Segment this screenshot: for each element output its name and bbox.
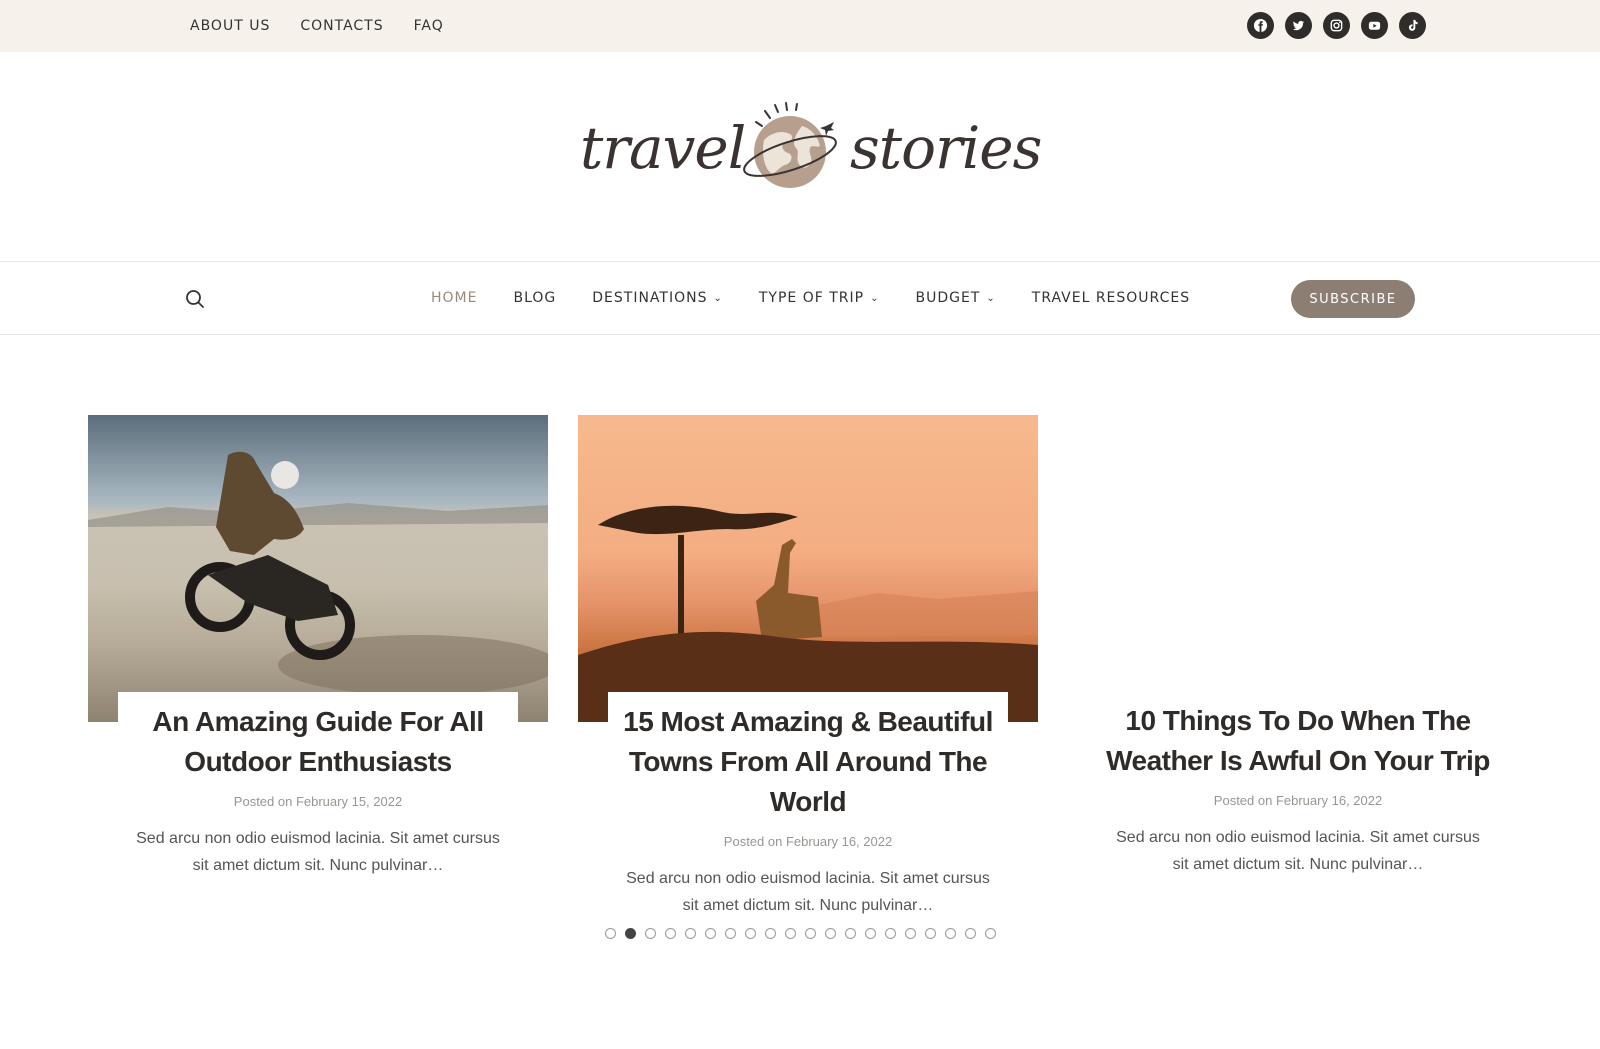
site-logo[interactable]: travel stories [560, 100, 1042, 210]
carousel-dot[interactable] [705, 928, 716, 939]
carousel-pagination [605, 928, 996, 939]
logo-word-travel: travel [580, 114, 746, 182]
carousel-dot[interactable] [925, 928, 936, 939]
about-us-link[interactable]: ABOUT US [190, 18, 270, 34]
nav-item-label: HOME [431, 290, 478, 306]
globe-icon [743, 102, 837, 188]
nav-item-label: BLOG [513, 290, 557, 306]
carousel-dot[interactable] [665, 928, 676, 939]
nav-item-home[interactable]: HOME [431, 290, 477, 306]
post-image-motorcycle[interactable] [88, 415, 548, 722]
post-date: Posted on February 16, 2022 [723, 834, 893, 849]
carousel-dot[interactable] [845, 928, 856, 939]
carousel-dot[interactable] [865, 928, 876, 939]
post-title[interactable]: 10 Things To Do When The Weather Is Awfu… [1098, 701, 1498, 781]
post-title-box: 10 Things To Do When The Weather Is Awfu… [1098, 701, 1498, 781]
chevron-down-icon: ⌄ [713, 292, 723, 304]
instagram-icon[interactable] [1323, 12, 1350, 39]
social-links [1247, 12, 1426, 39]
top-bar: ABOUT US CONTACTS FAQ [0, 0, 1600, 52]
post-excerpt: Sed arcu non odio euismod lacinia. Sit a… [136, 830, 500, 874]
faq-link[interactable]: FAQ [414, 18, 444, 34]
carousel-dot[interactable] [725, 928, 736, 939]
carousel-dot[interactable] [685, 928, 696, 939]
carousel-dot[interactable] [985, 928, 996, 939]
post-title-box: An Amazing Guide For All Outdoor Enthusi… [118, 692, 518, 782]
facebook-icon[interactable] [1247, 12, 1274, 39]
logo-word-stories: stories [850, 114, 1042, 182]
carousel-dot[interactable] [745, 928, 756, 939]
nav-item-label: TYPE OF TRIP [758, 290, 865, 306]
post-card: 10 Things To Do When The Weather Is Awfu… [1068, 701, 1528, 878]
post-title-box: 15 Most Amazing & Beautiful Towns From A… [608, 692, 1008, 822]
carousel-dot[interactable] [885, 928, 896, 939]
twitter-icon[interactable] [1285, 12, 1312, 39]
post-image-giraffe[interactable] [578, 415, 1038, 722]
post-date: Posted on February 15, 2022 [233, 794, 403, 809]
post-excerpt: Sed arcu non odio euismod lacinia. Sit a… [626, 870, 990, 914]
main-navbar: HOME BLOG DESTINATIONS ⌄ TYPE OF TRIP ⌄ BU… [0, 261, 1600, 335]
nav-item-destinations[interactable]: DESTINATIONS ⌄ [592, 290, 723, 306]
search-icon[interactable] [183, 287, 207, 311]
post-excerpt: Sed arcu non odio euismod lacinia. Sit a… [1116, 829, 1480, 873]
carousel-dot[interactable] [645, 928, 656, 939]
chevron-down-icon: ⌄ [870, 292, 880, 304]
post-title[interactable]: An Amazing Guide For All Outdoor Enthusi… [118, 702, 518, 782]
carousel-dot[interactable] [785, 928, 796, 939]
nav-item-blog[interactable]: BLOG [513, 290, 556, 306]
carousel-dot[interactable] [765, 928, 776, 939]
contacts-link[interactable]: CONTACTS [300, 18, 383, 34]
nav-item-budget[interactable]: BUDGET ⌄ [915, 290, 995, 306]
post-card: 15 Most Amazing & Beautiful Towns From A… [578, 415, 1038, 919]
nav-item-travel-resources[interactable]: TRAVEL RESOURCES [1032, 290, 1190, 306]
carousel-dot[interactable] [625, 928, 636, 939]
top-links: ABOUT US CONTACTS FAQ [190, 0, 444, 52]
carousel-dot[interactable] [905, 928, 916, 939]
youtube-icon[interactable] [1361, 12, 1388, 39]
tiktok-icon[interactable] [1399, 12, 1426, 39]
primary-menu: HOME BLOG DESTINATIONS ⌄ TYPE OF TRIP ⌄ BU… [431, 262, 1226, 334]
nav-item-label: TRAVEL RESOURCES [1031, 290, 1191, 306]
subscribe-button[interactable]: SUBSCRIBE [1291, 280, 1415, 318]
carousel-dot[interactable] [945, 928, 956, 939]
carousel-dot[interactable] [605, 928, 616, 939]
carousel-dot[interactable] [805, 928, 816, 939]
chevron-down-icon: ⌄ [986, 292, 996, 304]
nav-item-label: BUDGET [915, 290, 981, 306]
post-title[interactable]: 15 Most Amazing & Beautiful Towns From A… [608, 702, 1008, 822]
nav-item-type-of-trip[interactable]: TYPE OF TRIP ⌄ [759, 290, 880, 306]
carousel-dot[interactable] [965, 928, 976, 939]
carousel-dot[interactable] [825, 928, 836, 939]
post-card: An Amazing Guide For All Outdoor Enthusi… [88, 415, 548, 879]
post-date: Posted on February 16, 2022 [1213, 793, 1383, 808]
nav-item-label: DESTINATIONS [592, 290, 708, 306]
